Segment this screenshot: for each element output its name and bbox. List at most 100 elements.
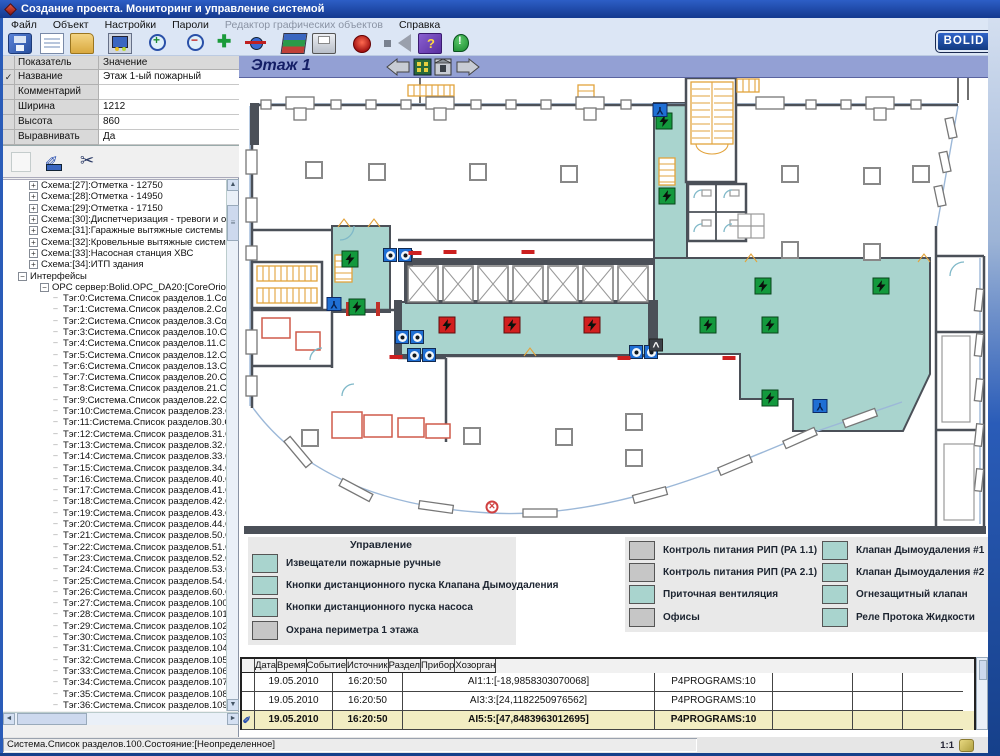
tree-item[interactable]: Схема:[31]:Гаражные вытяжные системы bbox=[3, 225, 227, 236]
menu-item[interactable]: Редактор графических объектов bbox=[217, 19, 391, 31]
vent-icon[interactable] bbox=[649, 339, 663, 352]
tree-expander-icon[interactable] bbox=[51, 317, 60, 326]
tree-item[interactable]: Тэг:21:Система.Список разделов.50.Состоя… bbox=[3, 530, 227, 541]
workstation-icon[interactable] bbox=[108, 33, 132, 54]
next-floor-arrow-icon[interactable] bbox=[457, 59, 479, 75]
tree-expander-icon[interactable] bbox=[29, 181, 38, 190]
tree-item[interactable]: Тэг:18:Система.Список разделов.42.Состоя… bbox=[3, 496, 227, 507]
printer-icon[interactable] bbox=[312, 33, 336, 54]
tree-item[interactable]: Тэг:31:Система.Список разделов.104.Состо… bbox=[3, 643, 227, 654]
property-value[interactable] bbox=[99, 85, 239, 100]
tree-item[interactable]: Тэг:9:Система.Список разделов.22.Состоян… bbox=[3, 395, 227, 406]
blue-pump[interactable] bbox=[629, 345, 643, 359]
tree-item[interactable]: Тэг:12:Система.Список разделов.31.Состоя… bbox=[3, 429, 227, 440]
event-column-header[interactable]: Дата bbox=[255, 659, 277, 673]
prev-floor-arrow-icon[interactable] bbox=[387, 59, 409, 75]
tree-expander-icon[interactable] bbox=[51, 351, 60, 360]
tree-horizontal-scrollbar[interactable]: ◄ ► bbox=[3, 712, 239, 725]
tree-item[interactable]: Тэг:26:Система.Список разделов.60.Состоя… bbox=[3, 587, 227, 598]
blue-pump[interactable] bbox=[383, 248, 397, 262]
tree-item[interactable]: Тэг:16:Система.Список разделов.40.Состоя… bbox=[3, 474, 227, 485]
tree-expander-icon[interactable] bbox=[51, 599, 60, 608]
tree-item[interactable]: Тэг:22:Система.Список разделов.51.Состоя… bbox=[3, 542, 227, 553]
red-dash[interactable] bbox=[522, 250, 535, 254]
elevator-icon[interactable] bbox=[435, 59, 451, 75]
tree-item[interactable]: Тэг:15:Система.Список разделов.34.Состоя… bbox=[3, 462, 227, 473]
tree-expander-icon[interactable] bbox=[51, 339, 60, 348]
tree-item[interactable]: Тэг:10:Система.Список разделов.23.Состоя… bbox=[3, 406, 227, 417]
red-dash[interactable] bbox=[618, 356, 631, 360]
tree-expander-icon[interactable] bbox=[51, 509, 60, 518]
red-dash[interactable] bbox=[723, 356, 736, 360]
open-folder-icon[interactable] bbox=[70, 33, 94, 54]
blue-valve[interactable] bbox=[327, 297, 342, 311]
tree-item[interactable]: Тэг:25:Система.Список разделов.54.Состоя… bbox=[3, 575, 227, 586]
scroll-up-icon[interactable]: ▲ bbox=[227, 179, 239, 191]
tree-expander-icon[interactable] bbox=[51, 622, 60, 631]
tree-item[interactable]: Тэг:23:Система.Список разделов.52.Состоя… bbox=[3, 553, 227, 564]
tree-expander-icon[interactable] bbox=[29, 204, 38, 213]
property-value[interactable]: Этаж 1-ый пожарный bbox=[99, 70, 239, 85]
event-column-header[interactable]: Источник bbox=[347, 659, 389, 673]
tree-expander-icon[interactable] bbox=[51, 396, 60, 405]
tree-item[interactable]: Тэг:6:Система.Список разделов.13.Состоян… bbox=[3, 361, 227, 372]
property-value[interactable]: 860 bbox=[99, 115, 239, 130]
tree-expander-icon[interactable] bbox=[51, 701, 60, 710]
tree-item[interactable]: Тэг:3:Система.Список разделов.10.Состоян… bbox=[3, 327, 227, 338]
tree-item[interactable]: Тэг:13:Система.Список разделов.32.Состоя… bbox=[3, 440, 227, 451]
tree-expander-icon[interactable] bbox=[51, 531, 60, 540]
floor-plan[interactable] bbox=[239, 78, 988, 535]
tree-expander-icon[interactable] bbox=[51, 430, 60, 439]
tree-expander-icon[interactable] bbox=[51, 656, 60, 665]
save-icon[interactable] bbox=[8, 33, 32, 54]
blue-valve[interactable] bbox=[813, 399, 828, 413]
tree-item[interactable]: OPC сервер:Bolid.OPC_DA20:[CoreOrion OPC… bbox=[3, 282, 227, 293]
tree-expander-icon[interactable] bbox=[51, 328, 60, 337]
magnifier-grip-icon[interactable] bbox=[959, 739, 974, 752]
speaker-icon[interactable] bbox=[380, 33, 404, 54]
new-document-icon[interactable] bbox=[40, 33, 64, 54]
tree-expander-icon[interactable] bbox=[51, 418, 60, 427]
tree-expander-icon[interactable] bbox=[51, 294, 60, 303]
scroll-down-icon[interactable]: ▼ bbox=[227, 699, 239, 711]
tree-expander-icon[interactable] bbox=[51, 373, 60, 382]
tree-item[interactable]: Тэг:30:Система.Список разделов.103.Состо… bbox=[3, 632, 227, 643]
event-row[interactable]: 19.05.2010 16:20:50 AI5:5:[47,8483963012… bbox=[242, 711, 974, 730]
tree-expander-icon[interactable] bbox=[51, 554, 60, 563]
tree-item[interactable]: Тэг:29:Система.Список разделов.102.Состо… bbox=[3, 621, 227, 632]
tree-expander-icon[interactable] bbox=[51, 520, 60, 529]
green-bolt[interactable] bbox=[873, 278, 890, 295]
green-bolt[interactable] bbox=[762, 390, 779, 407]
tree-item[interactable]: Схема:[32]:Кровельные вытяжные системы bbox=[3, 236, 227, 247]
green-bolt[interactable] bbox=[659, 188, 676, 205]
tree-item[interactable]: Схема:[33]:Насосная станция ХВС bbox=[3, 248, 227, 259]
tree-expander-icon[interactable] bbox=[51, 407, 60, 416]
event-column-header[interactable]: Событие bbox=[307, 659, 347, 673]
tree-item[interactable]: Схема:[29]:Отметка - 17150 bbox=[3, 203, 227, 214]
property-value[interactable]: Да bbox=[99, 130, 239, 145]
building-icon[interactable] bbox=[414, 59, 431, 75]
tree-item[interactable]: Тэг:4:Система.Список разделов.11.Состоян… bbox=[3, 338, 227, 349]
tree-expander-icon[interactable] bbox=[51, 464, 60, 473]
layers-icon[interactable] bbox=[281, 33, 308, 54]
green-bolt[interactable] bbox=[755, 278, 772, 295]
scroll-left-icon[interactable]: ◄ bbox=[3, 713, 15, 725]
alarm-icon[interactable] bbox=[350, 33, 374, 54]
fit-view-icon[interactable] bbox=[214, 33, 238, 54]
tree-item[interactable]: Тэг:19:Система.Список разделов.43.Состоя… bbox=[3, 508, 227, 519]
tree-item[interactable]: Тэг:11:Система.Список разделов.30.Состоя… bbox=[3, 417, 227, 428]
tree-expander-icon[interactable] bbox=[51, 633, 60, 642]
tree-item[interactable]: Тэг:34:Система.Список разделов.107.Состо… bbox=[3, 677, 227, 688]
alarm-x[interactable] bbox=[486, 501, 499, 514]
tree-item[interactable]: Тэг:27:Система.Список разделов.100.Состо… bbox=[3, 598, 227, 609]
tree-item[interactable]: Тэг:2:Система.Список разделов.3.Состояни… bbox=[3, 316, 227, 327]
blue-pump[interactable] bbox=[410, 330, 424, 344]
tree-expander-icon[interactable] bbox=[51, 305, 60, 314]
tree-hscroll-thumb[interactable] bbox=[17, 713, 87, 725]
actual-size-icon[interactable] bbox=[244, 33, 268, 54]
tree-item[interactable]: Тэг:33:Система.Список разделов.106.Состо… bbox=[3, 666, 227, 677]
event-column-header[interactable]: Хозорган bbox=[455, 659, 496, 673]
green-bolt[interactable] bbox=[349, 299, 366, 316]
zoom-out-icon[interactable] bbox=[184, 33, 208, 54]
green-bolt[interactable] bbox=[700, 317, 717, 334]
